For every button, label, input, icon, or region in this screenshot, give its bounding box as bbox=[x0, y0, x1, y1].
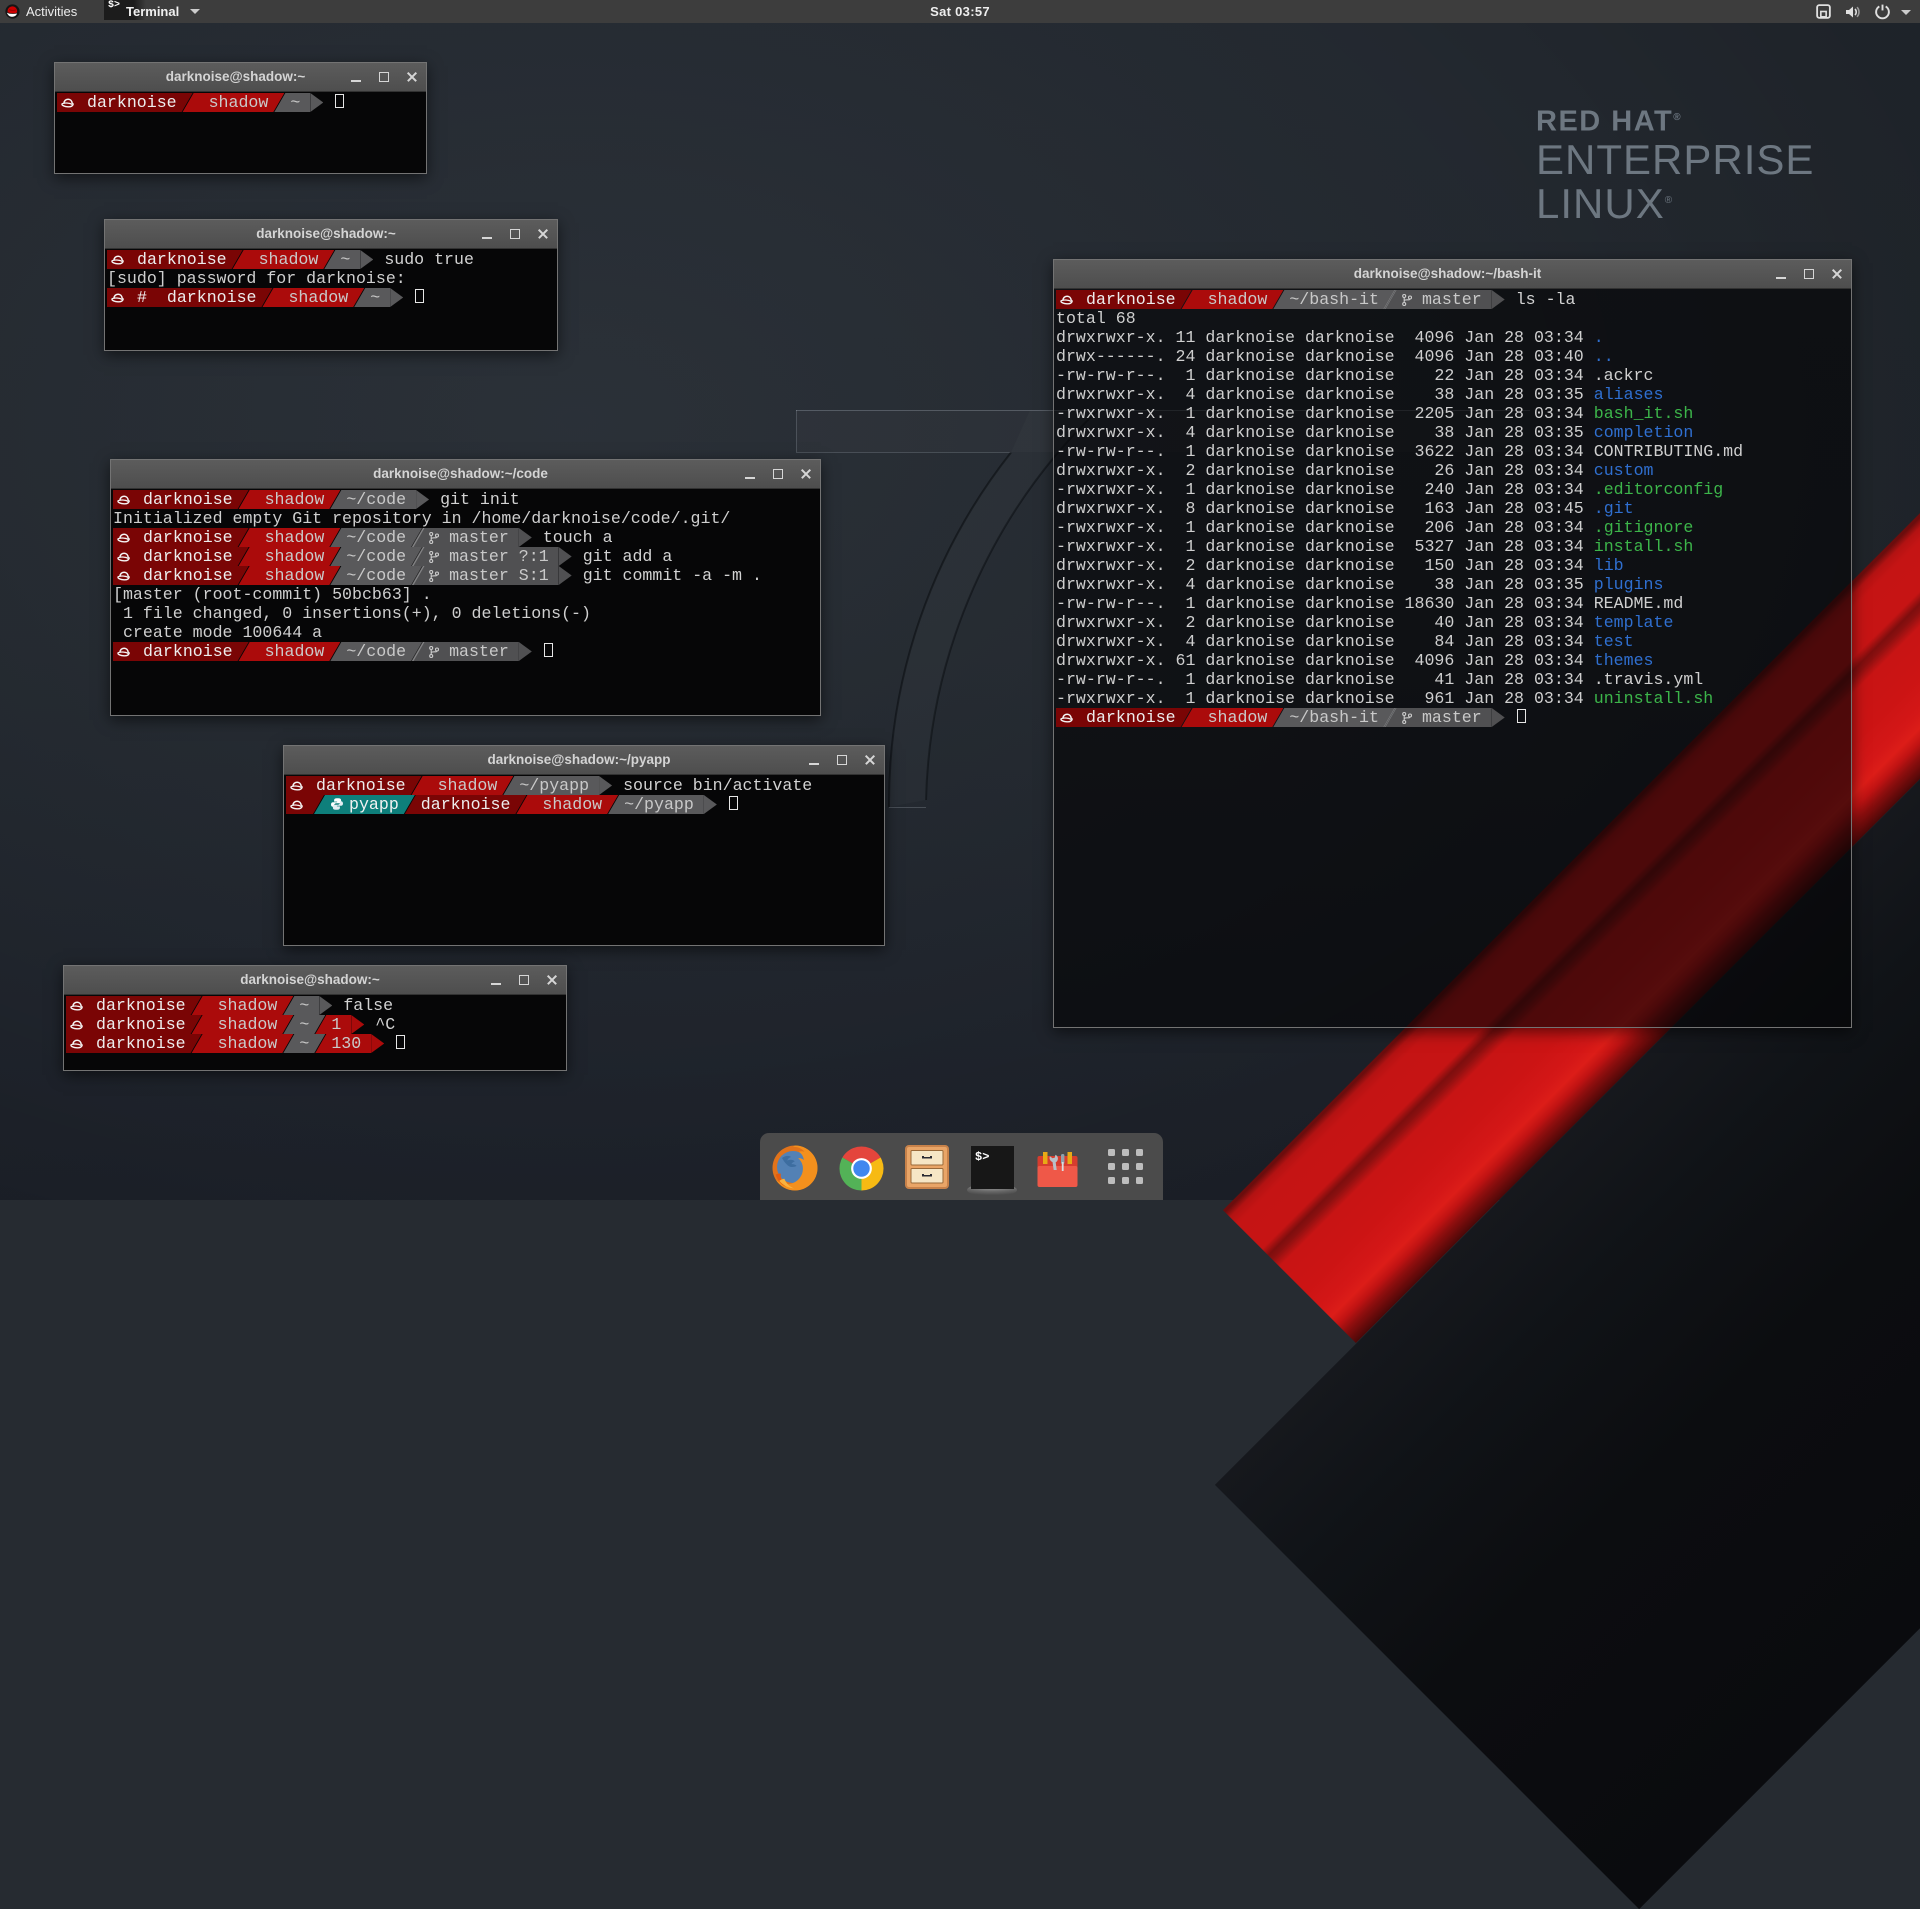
svg-text:$>: $> bbox=[975, 1150, 989, 1164]
